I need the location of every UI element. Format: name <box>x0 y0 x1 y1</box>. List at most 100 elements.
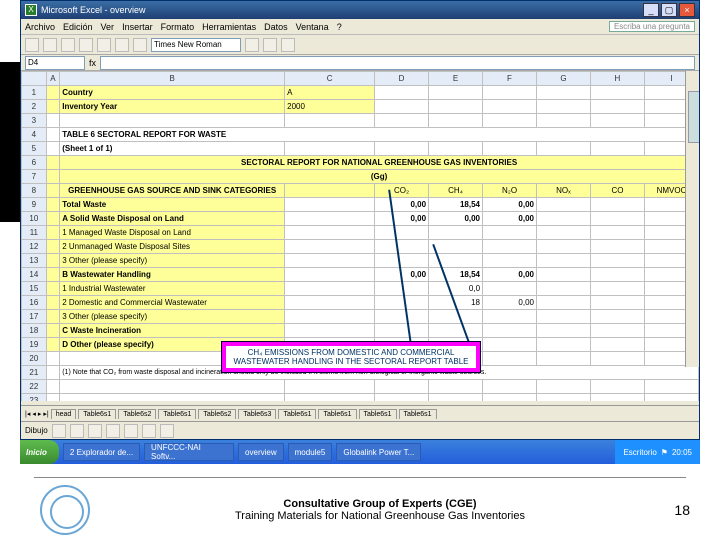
cell[interactable]: A Solid Waste Disposal on Land <box>60 212 285 226</box>
underline-icon[interactable] <box>281 38 295 52</box>
taskbar-item[interactable]: UNFCCC-NAI Softv... <box>144 443 234 461</box>
font-selector[interactable]: Times New Roman <box>151 38 241 52</box>
cell[interactable]: 0,00 <box>375 212 429 226</box>
tab-nav-prev-icon[interactable]: ◂ <box>32 410 36 418</box>
taskbar-item[interactable]: module5 <box>288 443 333 461</box>
col-header[interactable]: E <box>429 72 483 86</box>
fx-icon[interactable]: fx <box>89 58 96 68</box>
taskbar-item[interactable]: Globalink Power T... <box>336 443 421 461</box>
ask-box[interactable]: Escriba una pregunta <box>609 21 695 32</box>
cell[interactable]: Inventory Year <box>60 100 285 114</box>
cell[interactable]: 0,00 <box>483 198 537 212</box>
cell[interactable]: N₂O <box>483 184 537 198</box>
row-header[interactable]: 17 <box>22 310 47 324</box>
new-icon[interactable] <box>25 38 39 52</box>
bold-icon[interactable] <box>245 38 259 52</box>
tray-icon[interactable]: ⚑ <box>661 448 668 457</box>
sheet-tab[interactable]: Table6s1 <box>318 409 356 419</box>
italic-icon[interactable] <box>263 38 277 52</box>
row-header[interactable]: 2 <box>22 100 47 114</box>
cell[interactable]: SECTORAL REPORT FOR NATIONAL GREENHOUSE … <box>60 156 699 170</box>
cell[interactable]: Country <box>60 86 285 100</box>
row-header[interactable]: 22 <box>22 380 47 394</box>
menu-format[interactable]: Formato <box>161 22 195 32</box>
paste-icon[interactable] <box>133 38 147 52</box>
oval-icon[interactable] <box>124 424 138 438</box>
cell[interactable]: Total Waste <box>60 198 285 212</box>
arrow-icon[interactable] <box>88 424 102 438</box>
tray-label[interactable]: Escritorio <box>623 448 656 457</box>
row-header[interactable]: 20 <box>22 352 47 366</box>
row-header[interactable]: 18 <box>22 324 47 338</box>
cell[interactable]: CH₄ <box>429 184 483 198</box>
cell[interactable]: A <box>285 86 375 100</box>
row-header[interactable]: 10 <box>22 212 47 226</box>
cell[interactable]: NOₓ <box>536 184 590 198</box>
row-header[interactable]: 13 <box>22 254 47 268</box>
menu-window[interactable]: Ventana <box>296 22 329 32</box>
maximize-button[interactable]: ▢ <box>661 3 677 17</box>
cell[interactable]: B Wastewater Handling <box>60 268 285 282</box>
sheet-tab[interactable]: Table6s1 <box>359 409 397 419</box>
col-header[interactable]: H <box>590 72 644 86</box>
cell[interactable]: 0,00 <box>483 268 537 282</box>
cell[interactable]: 18,54 <box>429 198 483 212</box>
cut-icon[interactable] <box>97 38 111 52</box>
row-header[interactable]: 8 <box>22 184 47 198</box>
tab-nav-first-icon[interactable]: |◂ <box>25 410 30 418</box>
row-header[interactable]: 12 <box>22 240 47 254</box>
menu-help[interactable]: ? <box>337 22 342 32</box>
sheet-tab[interactable]: Table6s2 <box>118 409 156 419</box>
col-header[interactable]: A <box>46 72 59 86</box>
cell[interactable]: GREENHOUSE GAS SOURCE AND SINK CATEGORIE… <box>60 184 285 198</box>
menu-file[interactable]: Archivo <box>25 22 55 32</box>
cell[interactable]: 0,00 <box>483 296 537 310</box>
sheet-tab[interactable]: Table6s2 <box>198 409 236 419</box>
menu-edit[interactable]: Edición <box>63 22 93 32</box>
cell[interactable]: 0,00 <box>483 212 537 226</box>
cell[interactable]: TABLE 6 SECTORAL REPORT FOR WASTE <box>60 128 699 142</box>
cell[interactable]: 3 Other (please specify) <box>60 310 285 324</box>
sheet-tab[interactable]: Table6s3 <box>238 409 276 419</box>
cell[interactable]: (Gg) <box>60 170 699 184</box>
cell[interactable]: 1 Industrial Wastewater <box>60 282 285 296</box>
row-header[interactable]: 21 <box>22 366 47 380</box>
row-header[interactable]: 5 <box>22 142 47 156</box>
rectangle-icon[interactable] <box>106 424 120 438</box>
sheet-tab[interactable]: Table6s1 <box>158 409 196 419</box>
cell[interactable]: 2000 <box>285 100 375 114</box>
col-header[interactable]: F <box>483 72 537 86</box>
open-icon[interactable] <box>43 38 57 52</box>
sheet-tab[interactable]: Table6s1 <box>399 409 437 419</box>
cell[interactable]: (Sheet 1 of 1) <box>60 142 285 156</box>
cell[interactable]: 3 Other (please specify) <box>60 254 285 268</box>
row-header[interactable]: 1 <box>22 86 47 100</box>
row-header[interactable]: 23 <box>22 394 47 402</box>
minimize-button[interactable]: _ <box>643 3 659 17</box>
cell[interactable]: 2 Domestic and Commercial Wastewater <box>60 296 285 310</box>
cell[interactable]: 0,00 <box>375 198 429 212</box>
fill-color-icon[interactable] <box>160 424 174 438</box>
col-header[interactable]: C <box>285 72 375 86</box>
sheet-tab[interactable]: head <box>51 409 77 419</box>
name-box[interactable]: D4 <box>25 56 85 70</box>
row-header[interactable]: 9 <box>22 198 47 212</box>
col-header[interactable]: B <box>60 72 285 86</box>
select-all-corner[interactable] <box>22 72 47 86</box>
taskbar-item[interactable]: overview <box>238 443 284 461</box>
row-header[interactable]: 14 <box>22 268 47 282</box>
col-header[interactable]: D <box>375 72 429 86</box>
tab-nav-last-icon[interactable]: ▸| <box>43 410 48 418</box>
tab-nav-next-icon[interactable]: ▸ <box>38 410 42 418</box>
copy-icon[interactable] <box>115 38 129 52</box>
col-header[interactable]: G <box>536 72 590 86</box>
row-header[interactable]: 3 <box>22 114 47 128</box>
row-header[interactable]: 7 <box>22 170 47 184</box>
autoshapes-icon[interactable] <box>52 424 66 438</box>
cell[interactable]: 0,0 <box>429 282 483 296</box>
clock[interactable]: 20:05 <box>672 448 692 457</box>
row-header[interactable]: 6 <box>22 156 47 170</box>
cell[interactable]: C Waste Incineration <box>60 324 285 338</box>
formula-bar[interactable] <box>100 56 695 70</box>
draw-menu[interactable]: Dibujo <box>25 426 48 435</box>
